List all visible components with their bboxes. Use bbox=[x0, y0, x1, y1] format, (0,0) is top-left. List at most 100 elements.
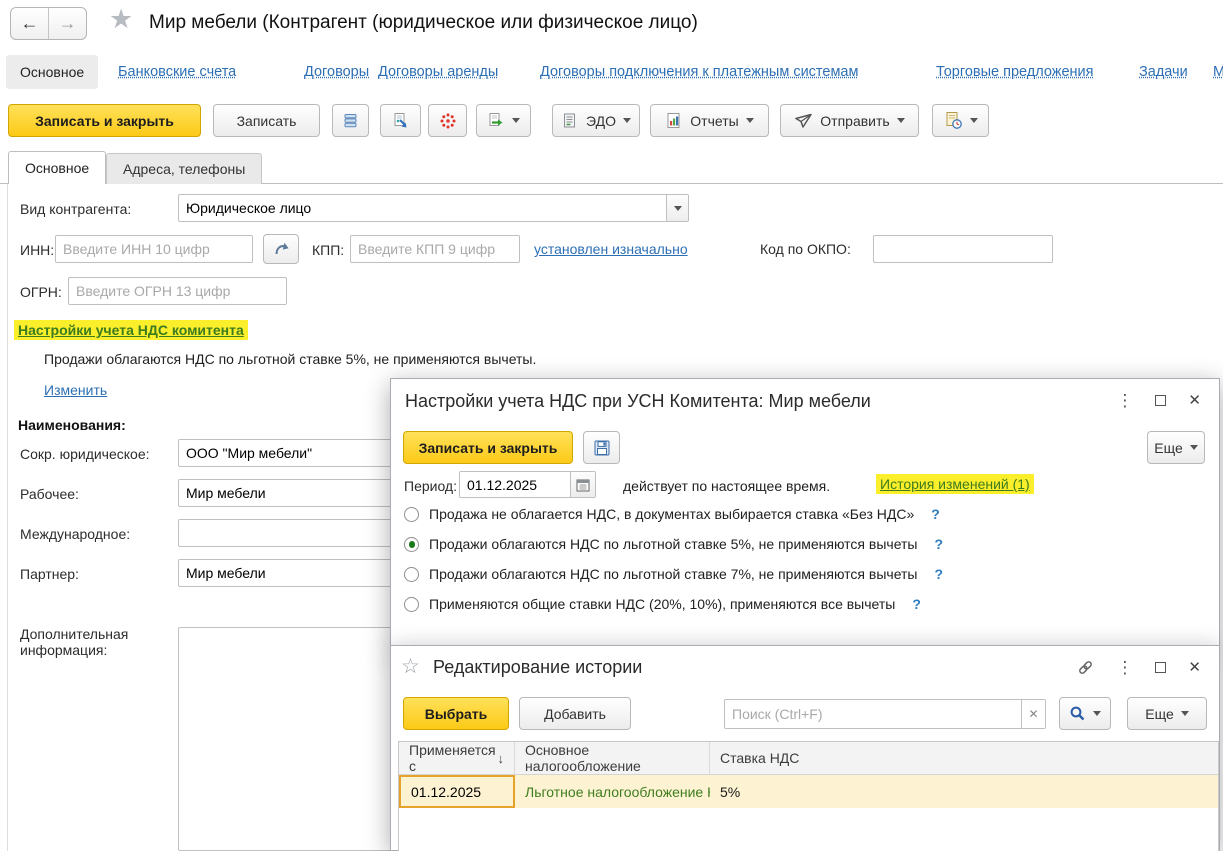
cell-vat-rate[interactable]: 5% bbox=[710, 775, 1218, 808]
inn-field-wrap bbox=[55, 235, 253, 263]
favorite-star-outline-icon[interactable]: ☆ bbox=[401, 654, 420, 679]
tab-addresses[interactable]: Адреса, телефоны bbox=[106, 153, 262, 184]
send-menu-button[interactable]: Отправить bbox=[780, 104, 919, 137]
save-close-button[interactable]: Записать и закрыть bbox=[8, 104, 201, 137]
nav-link-bank-accounts[interactable]: Банковские счета bbox=[118, 64, 236, 80]
vat-settings-section-link[interactable]: Настройки учета НДС комитента bbox=[14, 320, 248, 340]
cell-applies-from[interactable]: 01.12.2025 bbox=[399, 775, 515, 808]
column-header-vat-rate[interactable]: Ставка НДС bbox=[710, 742, 1218, 774]
help-icon[interactable]: ? bbox=[931, 506, 940, 522]
okpo-input[interactable] bbox=[874, 236, 1052, 262]
ogrn-field-wrap bbox=[68, 277, 287, 305]
close-icon[interactable]: ✕ bbox=[1188, 393, 1201, 408]
choose-button[interactable]: Выбрать bbox=[403, 697, 509, 730]
column-header-applies-from[interactable]: Применяется с ↓ bbox=[399, 742, 515, 774]
red-burst-icon bbox=[439, 112, 457, 130]
nav-link-contracts[interactable]: Договоры bbox=[304, 64, 369, 80]
radio-vat-7[interactable] bbox=[404, 567, 419, 582]
list-icon bbox=[342, 112, 359, 129]
link-icon[interactable] bbox=[1077, 659, 1094, 676]
search-input[interactable] bbox=[725, 700, 1021, 728]
kind-value[interactable] bbox=[179, 195, 666, 221]
period-field-wrap bbox=[459, 471, 596, 498]
ogrn-input[interactable] bbox=[69, 278, 286, 304]
search-clear-button[interactable]: ✕ bbox=[1021, 700, 1045, 728]
vat-more-button[interactable]: Еще bbox=[1147, 431, 1205, 464]
history-changes-link[interactable]: История изменений (1) bbox=[876, 474, 1034, 494]
edo-menu-button[interactable]: ЭДО bbox=[552, 104, 640, 137]
combo-dropdown-button[interactable] bbox=[666, 195, 688, 221]
column-header-taxation[interactable]: Основное налогообложение bbox=[515, 742, 710, 774]
save-button[interactable]: Записать bbox=[213, 104, 320, 137]
add-button[interactable]: Добавить bbox=[519, 697, 631, 730]
international-name-label: Международное: bbox=[20, 526, 130, 542]
nav-link-rent-contracts[interactable]: Договоры аренды bbox=[378, 64, 498, 80]
change-vat-settings-link[interactable]: Изменить bbox=[44, 382, 107, 398]
nav-link-truncated[interactable]: М bbox=[1213, 64, 1223, 80]
more-menu-icon[interactable]: ⋮ bbox=[1116, 659, 1133, 676]
dropdown-caret-icon bbox=[1190, 445, 1198, 450]
vat-save-close-button[interactable]: Записать и закрыть bbox=[403, 431, 573, 464]
help-icon[interactable]: ? bbox=[935, 566, 944, 582]
scheduled-docs-menu-button[interactable] bbox=[932, 104, 989, 137]
radio-vat-5[interactable] bbox=[404, 537, 419, 552]
close-icon[interactable]: ✕ bbox=[1188, 660, 1201, 675]
history-more-button[interactable]: Еще bbox=[1127, 697, 1207, 730]
kpp-label: КПП: bbox=[312, 242, 344, 258]
short-legal-label: Сокр. юридическое: bbox=[20, 446, 150, 462]
additional-info-label: Дополнительная информация: bbox=[20, 626, 155, 658]
vat-option-label: Продажи облагаются НДС по льготной ставк… bbox=[429, 566, 918, 582]
vat-option-row: Продажи облагаются НДС по льготной ставк… bbox=[404, 566, 943, 582]
history-nav-group: ← → bbox=[10, 7, 87, 40]
table-row[interactable]: 01.12.2025 Льготное налогообложение НДС … bbox=[399, 775, 1218, 808]
column-label: Применяется с bbox=[409, 742, 498, 774]
dropdown-caret-icon bbox=[1181, 711, 1189, 716]
dropdown-caret-icon bbox=[1093, 711, 1101, 716]
sort-descending-icon[interactable]: ↓ bbox=[498, 751, 505, 766]
kpp-input[interactable] bbox=[351, 236, 519, 262]
vat-option-row: Продажи облагаются НДС по льготной ставк… bbox=[404, 536, 943, 552]
report-chart-icon bbox=[665, 112, 683, 130]
search-field-wrap: ✕ bbox=[724, 699, 1046, 729]
vat-save-button[interactable] bbox=[583, 431, 620, 464]
restore-window-icon[interactable] bbox=[1155, 662, 1166, 673]
inn-label: ИНН: bbox=[20, 242, 54, 258]
cell-taxation[interactable]: Льготное налогообложение НДС н... bbox=[515, 775, 710, 808]
search-menu-button[interactable] bbox=[1059, 697, 1111, 730]
calendar-icon bbox=[576, 478, 590, 492]
nav-link-tasks[interactable]: Задачи bbox=[1139, 64, 1188, 80]
tabstrip: Основное Адреса, телефоны bbox=[0, 151, 1223, 184]
help-icon[interactable]: ? bbox=[912, 596, 921, 612]
kpp-set-initially-link[interactable]: установлен изначально bbox=[534, 241, 688, 257]
inn-input[interactable] bbox=[56, 236, 252, 262]
exchange-button[interactable] bbox=[380, 104, 421, 137]
reports-label: Отчеты bbox=[690, 113, 738, 129]
links-button[interactable] bbox=[428, 104, 467, 137]
forward-icon[interactable]: → bbox=[49, 8, 86, 39]
more-menu-icon[interactable]: ⋮ bbox=[1116, 392, 1133, 409]
tab-main-label: Основное bbox=[25, 160, 89, 176]
load-menu-button[interactable] bbox=[476, 104, 531, 137]
kpp-field-wrap bbox=[350, 235, 520, 263]
search-icon bbox=[1069, 705, 1086, 722]
tab-addresses-label: Адреса, телефоны bbox=[123, 161, 245, 177]
kind-combobox[interactable] bbox=[178, 194, 689, 222]
help-icon[interactable]: ? bbox=[935, 536, 944, 552]
calendar-picker-button[interactable] bbox=[570, 472, 595, 497]
restore-window-icon[interactable] bbox=[1155, 395, 1166, 406]
favorite-star-icon[interactable]: ★ bbox=[109, 4, 133, 35]
period-input[interactable] bbox=[460, 472, 570, 497]
fill-by-inn-button[interactable] bbox=[263, 234, 299, 264]
list-button[interactable] bbox=[332, 104, 369, 137]
history-dialog: ☆ Редактирование истории ⋮ ✕ Выбрать Доб… bbox=[390, 645, 1220, 851]
send-label: Отправить bbox=[820, 113, 889, 129]
nav-item-main[interactable]: Основное bbox=[6, 55, 98, 89]
floppy-disk-icon bbox=[593, 439, 611, 457]
nav-link-payment-systems[interactable]: Договоры подключения к платежным система… bbox=[540, 64, 858, 80]
tab-main[interactable]: Основное bbox=[8, 151, 106, 184]
back-icon[interactable]: ← bbox=[11, 8, 49, 39]
nav-link-trade-offers[interactable]: Торговые предложения bbox=[936, 64, 1093, 80]
reports-menu-button[interactable]: Отчеты bbox=[650, 104, 769, 137]
radio-no-vat[interactable] bbox=[404, 507, 419, 522]
radio-vat-general[interactable] bbox=[404, 597, 419, 612]
